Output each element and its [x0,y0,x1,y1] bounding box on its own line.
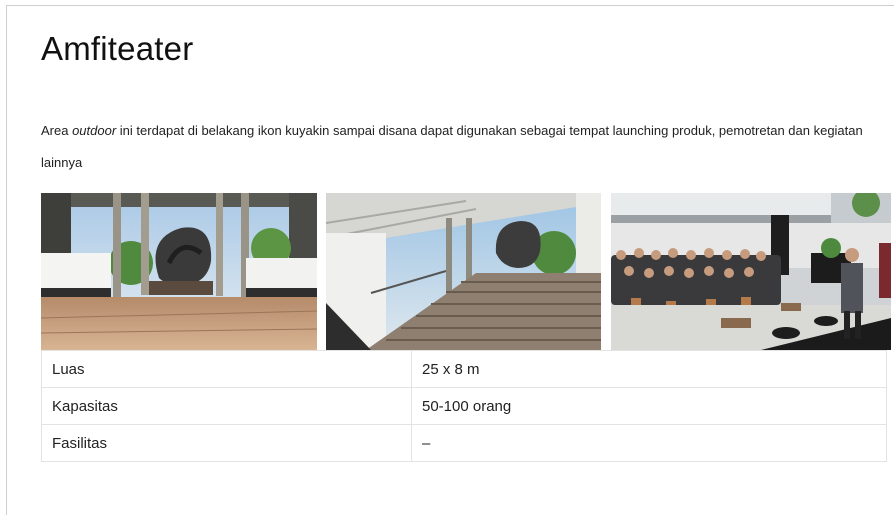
page-description: Area outdoor ini terdapat di belakang ik… [41,115,891,179]
table-row: Luas 25 x 8 m [41,350,887,388]
description-emphasis: outdoor [72,123,117,138]
spec-label-area: Luas [41,350,412,388]
description-text-start: Area [41,123,73,138]
spec-value-area: 25 x 8 m [411,350,887,388]
spec-label-capacity: Kapasitas [41,387,412,425]
amphitheater-event-photo[interactable] [611,193,891,350]
table-row: Fasilitas – [41,424,887,462]
page-frame: Amfiteater Area outdoor ini terdapat di … [6,5,894,515]
page-title: Amfiteater [41,30,194,67]
spec-value-facilities: – [411,424,887,462]
amphitheater-steps-photo[interactable] [326,193,601,350]
description-text-end: ini terdapat di belakang ikon kuyakin sa… [41,123,863,170]
specs-table: Luas 25 x 8 m Kapasitas 50-100 orang Fas… [41,350,887,462]
photo-gallery [41,193,893,350]
table-row: Kapasitas 50-100 orang [41,387,887,425]
amphitheater-sculpture-photo[interactable] [41,193,317,350]
spec-value-capacity: 50-100 orang [411,387,887,425]
spec-label-facilities: Fasilitas [41,424,412,462]
